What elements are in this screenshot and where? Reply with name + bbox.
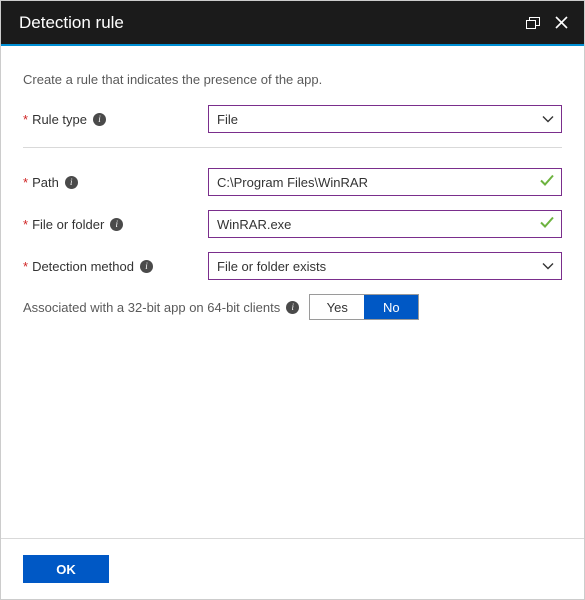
row-detection-method: * Detection method i File or folder exis… [23,252,562,280]
info-icon[interactable]: i [65,176,78,189]
label-rule-type: * Rule type i [23,112,208,127]
toggle-no[interactable]: No [364,295,418,319]
info-icon[interactable]: i [93,113,106,126]
title-bar: Detection rule [1,1,584,46]
label-detection-method: * Detection method i [23,259,208,274]
label-file-or-folder: * File or folder i [23,217,208,232]
path-input[interactable] [208,168,562,196]
row-file-or-folder: * File or folder i [23,210,562,238]
required-marker: * [23,259,28,274]
detection-method-select[interactable]: File or folder exists [208,252,562,280]
assoc-toggle: Yes No [309,294,419,320]
row-path: * Path i [23,168,562,196]
info-icon[interactable]: i [140,260,153,273]
panel-title: Detection rule [19,13,524,33]
label-text: Detection method [32,259,134,274]
select-value: File or folder exists [217,259,326,274]
label-path: * Path i [23,175,208,190]
description-text: Create a rule that indicates the presenc… [23,72,562,87]
close-icon[interactable] [552,14,570,32]
required-marker: * [23,112,28,127]
label-text: Rule type [32,112,87,127]
info-icon[interactable]: i [110,218,123,231]
ok-button[interactable]: OK [23,555,109,583]
form-content: Create a rule that indicates the presenc… [1,46,584,538]
restore-icon[interactable] [524,14,542,32]
row-associated-32bit: Associated with a 32-bit app on 64-bit c… [23,294,562,320]
required-marker: * [23,175,28,190]
separator [23,147,562,148]
window-controls [524,14,570,32]
row-rule-type: * Rule type i File [23,105,562,133]
label-text: Path [32,175,59,190]
select-value: File [217,112,238,127]
label-text: File or folder [32,217,104,232]
required-marker: * [23,217,28,232]
info-icon[interactable]: i [286,301,299,314]
assoc-label: Associated with a 32-bit app on 64-bit c… [23,300,280,315]
file-or-folder-input[interactable] [208,210,562,238]
toggle-yes[interactable]: Yes [310,295,364,319]
rule-type-select[interactable]: File [208,105,562,133]
footer: OK [1,538,584,599]
